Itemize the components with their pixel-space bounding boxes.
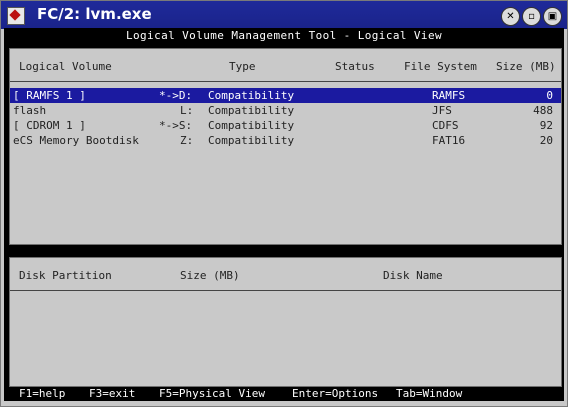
header-partition-size: Size (MB) [180,269,240,282]
header-type: Type [229,60,256,73]
volume-size: 488 [533,104,553,117]
volume-type: Compatibility [208,89,295,102]
volume-fs: JFS [432,104,452,117]
disk-partition-panel[interactable]: Disk Partition Size (MB) Disk Name [9,257,562,387]
logical-volume-panel[interactable]: Logical Volume Type Status File System S… [9,48,562,245]
header-divider [10,290,561,291]
header-disk-name: Disk Name [383,269,443,282]
close-icon[interactable]: ✕ [501,7,520,26]
physical-view-key[interactable]: F5=Physical View [159,387,265,401]
header-status: Status [335,60,375,73]
table-row[interactable]: flash L: Compatibility JFS 488 [10,103,561,118]
header-disk-partition: Disk Partition [19,269,112,282]
options-key[interactable]: Enter=Options [292,387,378,401]
volume-size: 0 [546,89,553,102]
terminal-area: Logical Volume Management Tool - Logical… [4,28,564,401]
volume-drive: L: [180,104,194,117]
volume-type: Compatibility [208,104,295,117]
window-key[interactable]: Tab=Window [396,387,462,401]
help-key[interactable]: F1=help [19,387,65,401]
volume-fs: RAMFS [432,89,466,102]
volume-header: Logical Volume Type Status File System S… [10,49,561,81]
exit-key[interactable]: F3=exit [89,387,135,401]
table-row[interactable]: eCS Memory Bootdisk Z: Compatibility FAT… [10,133,561,148]
key-help-bar: F1=help F3=exit F5=Physical View Enter=O… [4,387,564,401]
volume-size: 20 [539,134,553,147]
volume-size: 92 [539,119,553,132]
volume-drive: Z: [180,134,194,147]
app-title: Logical Volume Management Tool - Logical… [125,29,442,42]
volume-drive: *->D: [159,89,193,102]
volume-name: flash [13,104,47,117]
maximize-icon[interactable]: ▣ [543,7,562,26]
header-logical-volume: Logical Volume [19,60,112,73]
volume-name: eCS Memory Bootdisk [13,134,139,147]
header-divider [10,81,561,82]
volume-type: Compatibility [208,119,295,132]
volume-fs: FAT16 [432,134,466,147]
header-size: Size (MB) [496,60,556,73]
volume-type: Compatibility [208,134,295,147]
volume-name: [ RAMFS 1 ] [13,89,86,102]
table-row[interactable]: [ RAMFS 1 ] *->D: Compatibility RAMFS 0 [10,88,561,103]
volume-name: [ CDROM 1 ] [13,119,86,132]
volume-fs: CDFS [432,119,459,132]
header-file-system: File System [404,60,477,73]
minimize-icon[interactable]: ▫ [522,7,541,26]
system-menu-icon[interactable] [7,7,25,25]
volume-drive: *->S: [159,119,193,132]
title-bar[interactable]: FC/2: lvm.exe ✕ ▫ ▣ [1,1,567,29]
window-title: FC/2: lvm.exe [37,5,152,23]
table-row[interactable]: [ CDROM 1 ] *->S: Compatibility CDFS 92 [10,118,561,133]
partition-header: Disk Partition Size (MB) Disk Name [10,258,561,290]
app-window: FC/2: lvm.exe ✕ ▫ ▣ Logical Volume Manag… [0,0,568,407]
